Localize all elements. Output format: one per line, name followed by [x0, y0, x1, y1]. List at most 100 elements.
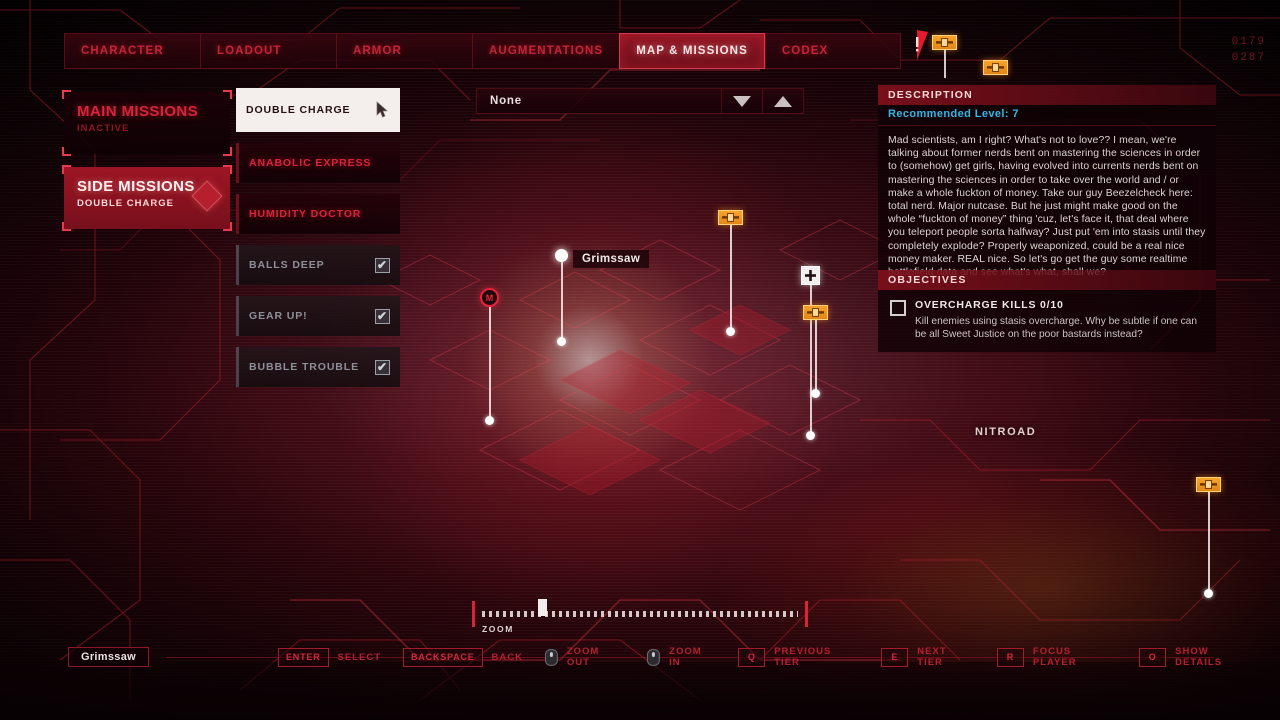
mission-item-balls-deep[interactable]: BALLS DEEP ✔ [236, 245, 400, 285]
hint-label: ZOOM IN [669, 646, 702, 668]
cursor-pointer-icon [376, 101, 388, 118]
tab-codex[interactable]: CODEX [764, 33, 901, 69]
corner-status-codes: 0179 0287 [1232, 34, 1266, 66]
key-icon-r: R [996, 647, 1024, 667]
hint-back[interactable]: BACKSPACE BACK [403, 647, 523, 667]
category-subtitle: INACTIVE [77, 123, 130, 134]
mission-marker-icon: M [480, 288, 499, 307]
key-icon-e: E [881, 647, 909, 667]
hint-zoom-in[interactable]: ZOOM IN [647, 646, 716, 668]
marker-foot [557, 337, 566, 346]
objectives-panel: OBJECTIVES OVERCHARGE KILLS 0/10 Kill en… [878, 270, 1216, 352]
category-main-missions[interactable]: MAIN MISSIONS INACTIVE [62, 90, 232, 156]
medical-icon [801, 266, 820, 285]
completed-checkbox: ✔ [375, 257, 390, 273]
filter-select[interactable]: None [476, 88, 722, 114]
mission-label: ANABOLIC EXPRESS [249, 157, 372, 169]
marker-foot [806, 431, 815, 440]
player-dot-icon [555, 249, 568, 262]
corner-bracket [62, 90, 71, 99]
filter-prev-button[interactable] [722, 88, 763, 114]
hint-label: FOCUS PLAYER [1032, 646, 1077, 668]
vendor-marker-4[interactable] [932, 35, 957, 78]
vendor-marker-1[interactable] [718, 210, 743, 336]
medical-marker[interactable] [801, 266, 820, 440]
mission-item-bubble-trouble[interactable]: BUBBLE TROUBLE ✔ [236, 347, 400, 387]
marker-stem [1207, 492, 1210, 592]
vendor-marker-2[interactable] [803, 305, 828, 398]
mission-label: HUMIDITY DOCTOR [249, 208, 362, 220]
corner-bracket [223, 222, 232, 231]
recommended-level: Recommended Level: 7 [878, 105, 1216, 126]
hint-show-details[interactable]: O SHOW DETAILS [1139, 646, 1258, 668]
hint-zoom-out[interactable]: ZOOM OUT [545, 646, 625, 668]
category-side-missions[interactable]: SIDE MISSIONS DOUBLE CHARGE [62, 165, 232, 231]
marker-stem [943, 50, 946, 78]
objective-description: Kill enemies using stasis overcharge. Wh… [915, 316, 1197, 340]
hint-label: SHOW DETAILS [1175, 646, 1223, 668]
hint-label: SELECT [337, 651, 381, 663]
tab-label: MAP & MISSIONS [636, 45, 748, 57]
filter-value-label: None [490, 95, 522, 107]
description-body: Mad scientists, am I right? What's not t… [878, 126, 1216, 290]
plus-glyph [805, 270, 816, 281]
corner-bracket [223, 165, 232, 174]
key-icon-enter: ENTER [278, 647, 329, 667]
player-name-tag: Grimssaw [68, 647, 149, 667]
description-panel: DESCRIPTION Recommended Level: 7 Mad sci… [878, 85, 1216, 290]
vendor-marker-3[interactable] [1196, 477, 1221, 598]
marker-foot [1204, 589, 1213, 598]
corner-bracket [62, 147, 71, 156]
mission-objective-marker[interactable]: M [480, 288, 499, 425]
tab-character[interactable]: CHARACTER [64, 33, 200, 69]
category-title: MAIN MISSIONS [77, 103, 199, 120]
triangle-down-icon [733, 95, 751, 107]
corner-bracket [223, 90, 232, 99]
mission-list: DOUBLE CHARGE ANABOLIC EXPRESS HUMIDITY … [236, 88, 400, 398]
hint-select[interactable]: ENTER SELECT [278, 647, 381, 667]
tab-label: AUGMENTATIONS [489, 45, 604, 57]
hint-previous-tier[interactable]: Q PREVIOUS TIER [738, 646, 859, 668]
tab-loadout[interactable]: LOADOUT [200, 33, 336, 69]
hint-next-tier[interactable]: E NEXT TIER [881, 646, 975, 668]
vendor-glyph [1200, 480, 1217, 489]
zoom-slider-track[interactable] [472, 599, 808, 627]
vendor-marker-5[interactable] [983, 60, 1008, 75]
zoom-slider[interactable]: ZOOM [472, 599, 808, 634]
filter-next-button[interactable] [763, 88, 804, 114]
tab-armor[interactable]: ARMOR [336, 33, 472, 69]
key-icon-o: O [1139, 647, 1167, 667]
mission-label: DOUBLE CHARGE [246, 104, 351, 116]
mission-item-gear-up[interactable]: GEAR UP! ✔ [236, 296, 400, 336]
tab-map-and-missions[interactable]: MAP & MISSIONS [619, 33, 765, 69]
player-marker[interactable] [555, 249, 568, 346]
vendor-icon [718, 210, 743, 225]
vendor-glyph [987, 63, 1004, 72]
mission-item-humidity-doctor[interactable]: HUMIDITY DOCTOR [236, 194, 400, 234]
vendor-glyph [722, 213, 739, 222]
mission-label: BUBBLE TROUBLE [249, 361, 360, 373]
map-filter-bar: None [476, 88, 804, 114]
corner-code-2: 0287 [1231, 52, 1266, 64]
key-icon-q: Q [738, 647, 766, 667]
vendor-glyph [807, 308, 824, 317]
vendor-icon [983, 60, 1008, 75]
completed-checkbox: ✔ [375, 308, 390, 324]
tab-augmentations[interactable]: AUGMENTATIONS [472, 33, 620, 69]
hint-label: NEXT TIER [917, 646, 947, 668]
mission-item-anabolic-express[interactable]: ANABOLIC EXPRESS [236, 143, 400, 183]
tab-label: CHARACTER [81, 45, 164, 57]
triangle-up-icon [774, 95, 792, 107]
mission-item-double-charge[interactable]: DOUBLE CHARGE [236, 88, 400, 132]
marker-foot [726, 327, 735, 336]
hint-label: ZOOM OUT [566, 646, 600, 668]
zoom-slider-handle[interactable] [538, 599, 547, 616]
corner-bracket [223, 147, 232, 156]
corner-bracket [62, 165, 71, 174]
player-name-label: Grimssaw [573, 250, 650, 268]
bottom-control-bar [0, 662, 1280, 720]
hint-focus-player[interactable]: R FOCUS PLAYER [996, 646, 1117, 668]
description-heading: DESCRIPTION [878, 85, 1216, 105]
vendor-icon [932, 35, 957, 50]
mouse-wheel-icon [545, 648, 558, 666]
